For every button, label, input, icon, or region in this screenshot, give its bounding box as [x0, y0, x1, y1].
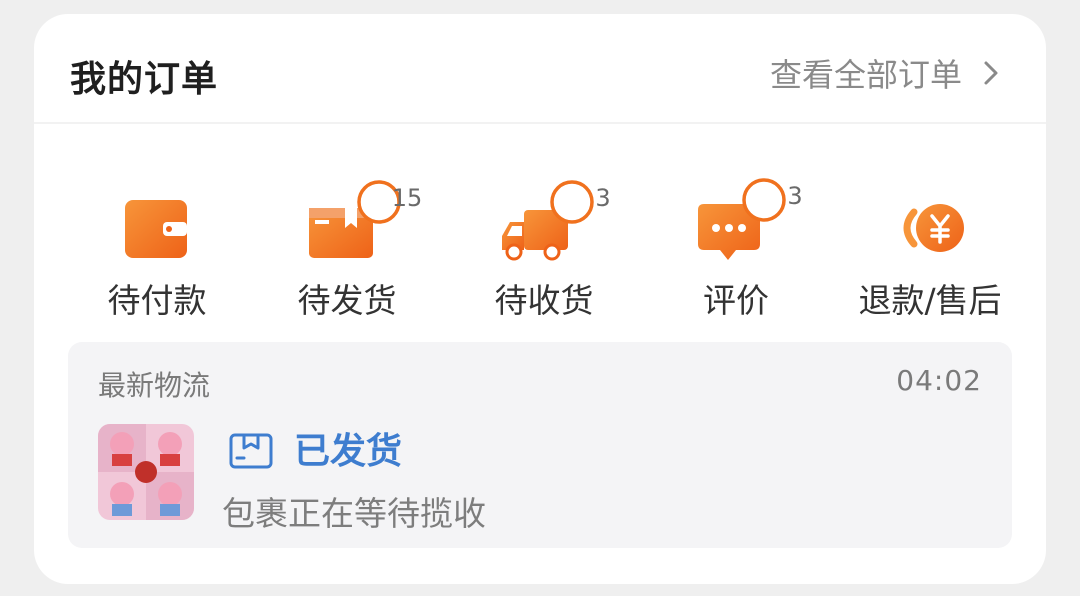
- view-all-orders-link[interactable]: 查看全部订单: [770, 50, 1006, 96]
- latest-logistics-panel[interactable]: 最新物流 04:02 已发货 包裹正在等待揽收: [68, 342, 1012, 548]
- header-divider: [34, 122, 1046, 124]
- order-status-review[interactable]: 3 评价: [646, 164, 826, 334]
- card-header: 我的订单 查看全部订单: [34, 14, 1046, 122]
- order-status-label: 待发货: [297, 281, 397, 320]
- my-orders-card: 我的订单 查看全部订单 待付款 15 待发货 3 待收货 3 评价 退款/售后 …: [34, 14, 1046, 584]
- shipping-detail: 包裹正在等待揽收: [222, 494, 486, 533]
- review-badge: 3: [787, 182, 803, 210]
- pending-receipt-badge: 3: [595, 184, 611, 212]
- order-status-refund[interactable]: 退款/售后: [840, 164, 1020, 334]
- order-status-label: 待付款: [107, 281, 207, 320]
- shipping-status: 已发货: [294, 431, 403, 472]
- refund-icon: [903, 204, 964, 252]
- order-status-label: 待收货: [494, 281, 594, 320]
- order-status-label: 评价: [703, 281, 769, 320]
- order-status-pending-shipment[interactable]: 15 待发货: [257, 164, 437, 334]
- wallet-icon: [125, 200, 187, 258]
- order-status-label: 退款/售后: [858, 281, 1002, 320]
- view-all-orders-label: 查看全部订单: [769, 56, 962, 94]
- section-title: 我的订单: [70, 59, 219, 100]
- product-thumbnail: [98, 424, 194, 520]
- logistics-title: 最新物流: [98, 369, 211, 402]
- shipped-box-icon: [229, 433, 273, 469]
- logistics-time: 04:02: [896, 364, 982, 397]
- order-status-pending-payment[interactable]: 待付款: [67, 164, 247, 334]
- order-status-pending-receipt[interactable]: 3 待收货: [454, 164, 634, 334]
- pending-shipment-badge: 15: [391, 184, 423, 212]
- chevron-right-icon: [984, 61, 998, 85]
- order-status-row: 待付款 15 待发货 3 待收货 3 评价 退款/售后: [34, 164, 1046, 344]
